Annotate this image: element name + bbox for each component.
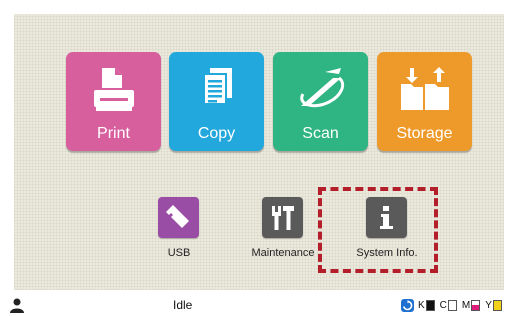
storage-icon <box>401 67 449 110</box>
copy-tile[interactable]: Copy <box>169 52 264 151</box>
system-info-highlight-box <box>318 187 438 273</box>
ink-c-letter: C <box>439 300 447 311</box>
ink-k-bar <box>425 300 435 311</box>
user-icon[interactable] <box>10 298 24 313</box>
usb-shortcut[interactable]: USB <box>129 197 229 265</box>
print-label: Print <box>97 125 130 142</box>
storage-tile[interactable]: Storage <box>377 52 472 151</box>
storage-label: Storage <box>396 125 453 142</box>
tools-icon <box>272 206 294 230</box>
scan-label: Scan <box>302 125 339 142</box>
usb-icon <box>166 205 189 228</box>
scan-icon <box>300 68 345 108</box>
ink-levels[interactable]: K C M Y <box>401 298 507 313</box>
print-icon <box>94 68 134 111</box>
ink-k-letter: K <box>418 300 425 311</box>
ink-c-bar <box>447 300 457 311</box>
ink-y-bar <box>492 300 502 311</box>
ink-y-letter: Y <box>485 300 492 311</box>
ink-m-letter: M <box>461 300 471 311</box>
device-screen: Print Copy Scan Storage USB Maintenance … <box>0 0 519 316</box>
copy-icon <box>203 68 232 105</box>
usb-label: USB <box>167 247 191 259</box>
refresh-icon[interactable] <box>401 299 414 312</box>
status-bar: Idle K C M Y <box>0 295 519 316</box>
home-panel: Print Copy Scan Storage USB Maintenance … <box>14 14 504 290</box>
copy-label: Copy <box>197 125 236 142</box>
scan-tile[interactable]: Scan <box>273 52 368 151</box>
usb-icon-tile[interactable] <box>158 197 199 238</box>
status-text: Idle <box>173 298 193 312</box>
print-tile[interactable]: Print <box>66 52 161 151</box>
ink-m-bar <box>471 300 481 311</box>
maintenance-icon-tile[interactable] <box>262 197 303 238</box>
